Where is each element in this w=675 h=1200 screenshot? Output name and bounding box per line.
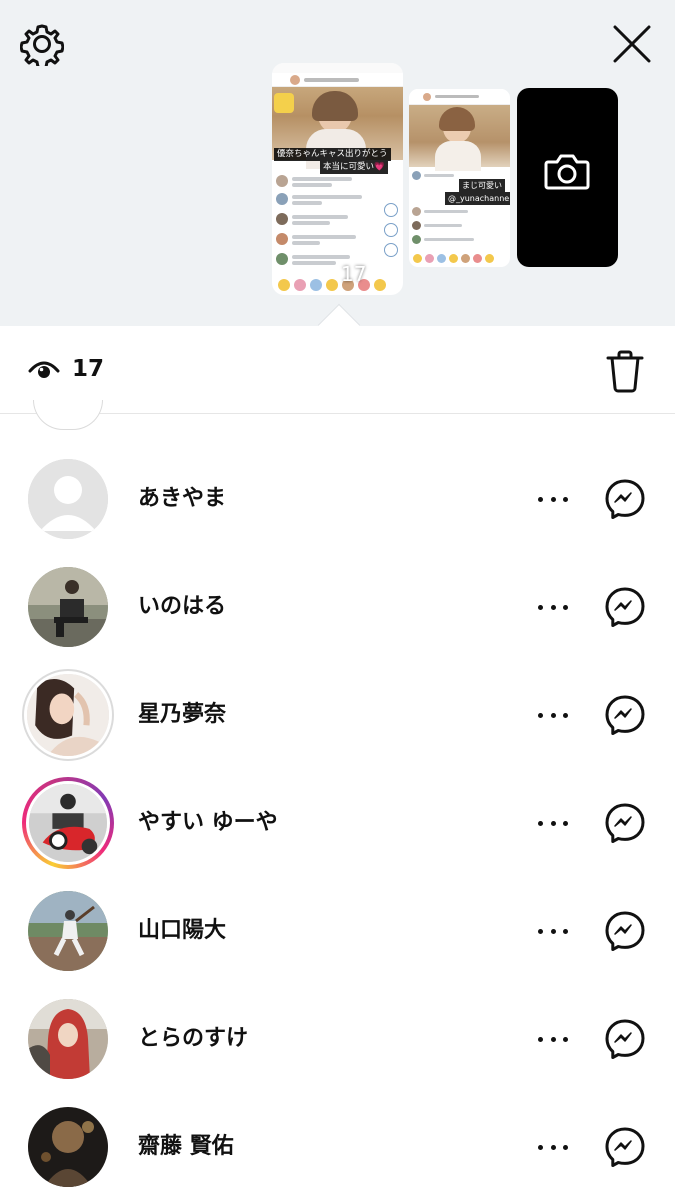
avatar[interactable] <box>28 1107 108 1187</box>
viewer-row[interactable]: とらのすけ <box>0 984 675 1092</box>
add-story-camera-button[interactable] <box>517 88 618 267</box>
messenger-icon <box>605 479 645 519</box>
thumbnail-header <box>272 73 403 87</box>
more-icon <box>538 1036 543 1042</box>
thumbnail-viewer-count: 17 <box>316 262 366 286</box>
messenger-icon <box>605 695 645 735</box>
send-message-button[interactable] <box>604 1018 646 1060</box>
more-icon <box>538 928 543 934</box>
viewer-row[interactable]: あきやま <box>0 444 675 552</box>
send-message-button[interactable] <box>604 802 646 844</box>
viewer-username[interactable]: 山口陽大 <box>138 912 226 944</box>
story-thumbnail-previous[interactable]: まじ可愛い @_yunachannel <box>409 89 510 267</box>
more-icon <box>538 712 543 718</box>
profile-photo <box>27 674 109 756</box>
messenger-icon <box>605 911 645 951</box>
avatar[interactable] <box>28 999 108 1079</box>
gear-icon <box>19 24 65 70</box>
viewer-row[interactable]: いのはる <box>0 552 675 660</box>
messenger-icon <box>605 1127 645 1167</box>
send-message-button[interactable] <box>604 586 646 628</box>
send-message-button[interactable] <box>604 1126 646 1168</box>
more-icon <box>538 1144 543 1150</box>
messenger-icon <box>605 1019 645 1059</box>
avatar-story-ring[interactable] <box>22 777 114 869</box>
avatar <box>33 400 103 430</box>
profile-photo <box>28 891 108 971</box>
profile-photo <box>28 567 108 647</box>
avatar[interactable] <box>22 669 114 761</box>
story-tray: 優奈ちゃんキャス出りがとう 本当に可愛い💗 17 まじ可愛い @_yunacha… <box>0 0 675 347</box>
viewer-username[interactable]: 星乃夢奈 <box>138 696 226 728</box>
eye-icon <box>28 361 60 378</box>
viewer-row[interactable]: やすい ゆーや <box>0 768 675 876</box>
viewer-username[interactable]: いのはる <box>138 588 226 620</box>
more-icon <box>538 604 543 610</box>
thumbnail-caption-top: 優奈ちゃんキャス出りがとう <box>274 148 391 161</box>
delete-story-button[interactable] <box>604 348 646 394</box>
send-message-button[interactable] <box>604 694 646 736</box>
thumbnail-caption-top: まじ可愛い <box>459 179 505 192</box>
thumbnail-header <box>409 89 510 105</box>
more-options-button[interactable] <box>536 484 570 514</box>
settings-button[interactable] <box>19 22 65 70</box>
more-options-button[interactable] <box>536 1024 570 1054</box>
story-thumbnail-current[interactable]: 優奈ちゃんキャス出りがとう 本当に可愛い💗 <box>272 63 403 295</box>
camera-icon <box>544 154 590 190</box>
more-options-button[interactable] <box>536 700 570 730</box>
close-icon <box>613 25 651 63</box>
trash-icon <box>606 350 644 393</box>
thumbnail-video <box>409 105 510 171</box>
viewer-row[interactable]: 星乃夢奈 <box>0 660 675 768</box>
viewer-list: あきやま いのはる 星乃夢奈 やすい ゆーや 山口陽大 とらのすけ 齋藤 賢佑 <box>0 444 675 1200</box>
viewer-row[interactable]: 山口陽大 <box>0 876 675 984</box>
avatar[interactable] <box>28 891 108 971</box>
profile-photo <box>29 784 107 862</box>
thumbnail-caption-bottom: 本当に可愛い💗 <box>320 161 388 174</box>
thumbnail-status-bar <box>272 63 403 73</box>
avatar[interactable] <box>28 459 108 539</box>
more-icon <box>538 496 543 502</box>
eye-icon <box>316 268 338 280</box>
viewer-username[interactable]: 齋藤 賢佑 <box>138 1128 234 1160</box>
more-options-button[interactable] <box>536 1132 570 1162</box>
send-message-button[interactable] <box>604 910 646 952</box>
close-button[interactable] <box>610 22 654 66</box>
thumbnail-caption-bottom: @_yunachannel <box>445 192 510 205</box>
viewer-username[interactable]: やすい ゆーや <box>138 804 278 836</box>
viewer-username[interactable]: とらのすけ <box>138 1020 248 1052</box>
profile-photo <box>28 1107 108 1187</box>
messenger-icon <box>605 587 645 627</box>
more-options-button[interactable] <box>536 916 570 946</box>
more-options-button[interactable] <box>536 808 570 838</box>
viewer-username[interactable]: あきやま <box>138 480 226 512</box>
thumbnail-viewer-count-value: 17 <box>341 262 367 286</box>
viewer-row[interactable]: 齋藤 賢佑 <box>0 1092 675 1200</box>
avatar[interactable] <box>28 567 108 647</box>
more-options-button[interactable] <box>536 592 570 622</box>
more-icon <box>538 820 543 826</box>
viewer-count: 17 <box>72 356 105 382</box>
messenger-icon <box>605 803 645 843</box>
default-avatar-icon <box>28 459 108 539</box>
profile-photo <box>28 999 108 1079</box>
send-message-button[interactable] <box>604 478 646 520</box>
